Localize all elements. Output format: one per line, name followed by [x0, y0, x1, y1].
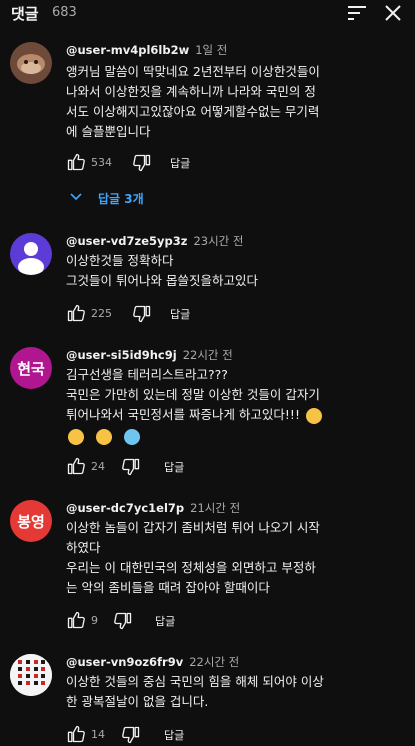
tired-face-emoji	[305, 407, 322, 424]
avatar[interactable]: 봉영	[10, 500, 52, 542]
comment-line: 한 광복절날이 없을 겁니다.	[66, 694, 209, 709]
slightly-smiling-face-emoji	[95, 428, 112, 445]
comment-line: 하였다	[66, 540, 101, 555]
comment-actions: 225 답글	[66, 303, 226, 323]
reply-button[interactable]: 답글	[170, 306, 190, 322]
comment-author[interactable]: @user-mv4pl6lb2w	[66, 43, 189, 57]
close-icon[interactable]	[384, 4, 402, 22]
thumb-up-icon[interactable]	[66, 610, 86, 630]
thumb-up-icon[interactable]	[66, 303, 86, 323]
avatar-initials: 봉영	[17, 512, 45, 531]
comment-time[interactable]: 22시간 전	[183, 348, 233, 362]
thumb-up-icon[interactable]	[66, 724, 86, 744]
comment-text: 이상한것들 정확하다 그것들이 튀어나와 몹쓸짓을하고있다	[66, 251, 406, 291]
comment-meta: @user-vd7ze5yp3z 23시간 전	[66, 233, 243, 249]
comment-text: 이상한 놈들이 갑자기 좀비처럼 튀어 나오기 시작 하였다 우리는 이 대한민…	[66, 518, 406, 598]
comments-header: 댓글 683	[0, 0, 415, 30]
confused-face-emoji	[68, 428, 84, 445]
comment-line: 이상한것들 정확하다	[66, 253, 174, 268]
comment-author[interactable]: @user-si5id9hc9j	[66, 348, 177, 362]
comment-line: 서도 이상해지고있잖아요 어떻게할수없는 무기력	[66, 104, 320, 119]
comment-line: 이상한 것들의 중심 국민의 힘을 해체 되어야 이상	[66, 674, 324, 689]
comment-meta: @user-si5id9hc9j 22시간 전	[66, 347, 233, 363]
comment-meta: @user-vn9oz6fr9v 22시간 전	[66, 654, 239, 670]
like-count: 534	[91, 156, 112, 169]
comment-time[interactable]: 1일 전	[195, 43, 227, 57]
thumb-up-icon[interactable]	[66, 152, 86, 172]
comments-title: 댓글	[11, 5, 39, 23]
like-count: 225	[91, 307, 112, 320]
default-avatar-icon	[10, 233, 52, 275]
comment-time[interactable]: 23시간 전	[193, 234, 243, 248]
comment-text: 앵커님 말씀이 딱맞네요 2년전부터 이상한것들이 나와서 이상한짓을 계속하니…	[66, 62, 406, 142]
comment-time[interactable]: 21시간 전	[190, 501, 240, 515]
thumb-down-icon[interactable]	[132, 304, 152, 324]
comment-meta: @user-dc7yc1el7p 21시간 전	[66, 500, 240, 516]
avatar[interactable]	[10, 654, 52, 696]
thumb-down-icon[interactable]	[113, 611, 133, 631]
comment-line: 튀어나와서 국민정서를 짜증나게 하고있다!!!	[66, 405, 406, 425]
comment-author[interactable]: @user-vd7ze5yp3z	[66, 234, 187, 248]
thumb-up-icon[interactable]	[66, 456, 86, 476]
comment-line: 국민은 가만히 있는데 정말 이상한 것들이 갑자기	[66, 387, 320, 402]
cold-face-emoji	[123, 428, 140, 445]
comment-time[interactable]: 22시간 전	[189, 655, 239, 669]
comment-line: 이상한 놈들이 갑자기 좀비처럼 튀어 나오기 시작	[66, 520, 320, 535]
thumb-down-icon[interactable]	[121, 725, 141, 745]
comment-actions: 534 답글	[66, 152, 226, 172]
avatar-photo	[10, 42, 52, 84]
like-count: 14	[91, 728, 105, 741]
avatar-initials: 현국	[17, 359, 45, 378]
reply-button[interactable]: 답글	[155, 613, 175, 629]
avatar[interactable]	[10, 233, 52, 275]
comment-author[interactable]: @user-vn9oz6fr9v	[66, 655, 183, 669]
reply-button[interactable]: 답글	[164, 459, 184, 475]
comment-line-text: 튀어나와서 국민정서를 짜증나게 하고있다!!!	[66, 407, 300, 422]
reply-button[interactable]: 답글	[170, 155, 190, 171]
comment-author[interactable]: @user-dc7yc1el7p	[66, 501, 184, 515]
comment-actions: 24 답글	[66, 456, 226, 476]
comment-line: 김구선생을 테러리스트라고???	[66, 367, 228, 382]
comment-line: 우리는 이 대한민국의 정체성을 외면하고 부정하	[66, 560, 316, 575]
thumb-down-icon[interactable]	[132, 153, 152, 173]
comment-line: 앵커님 말씀이 딱맞네요 2년전부터 이상한것들이	[66, 64, 320, 79]
chevron-down-icon	[70, 193, 82, 201]
comment-actions: 14 답글	[66, 724, 226, 744]
comment-line: 그것들이 튀어나와 몹쓸짓을하고있다	[66, 273, 258, 288]
comment-line: 나와서 이상한짓을 계속하니까 나라와 국민의 정	[66, 84, 316, 99]
comment-line: 는 악의 좀비들을 때려 잡아야 할때이다	[66, 580, 270, 595]
comment-text: 김구선생을 테러리스트라고??? 국민은 가만히 있는데 정말 이상한 것들이 …	[66, 365, 406, 446]
comment-meta: @user-mv4pl6lb2w 1일 전	[66, 42, 227, 58]
thumb-down-icon[interactable]	[121, 457, 141, 477]
comment-text: 이상한 것들의 중심 국민의 힘을 해체 되어야 이상 한 광복절날이 없을 겁…	[66, 672, 406, 712]
like-count: 9	[91, 614, 98, 627]
like-count: 24	[91, 460, 105, 473]
comment-actions: 9 답글	[66, 610, 226, 630]
comment-line: 에 슬플뿐입니다	[66, 124, 151, 139]
avatar[interactable]	[10, 42, 52, 84]
comment-emoji-row	[66, 425, 406, 446]
avatar[interactable]: 현국	[10, 347, 52, 389]
reply-button[interactable]: 답글	[164, 727, 184, 743]
comments-count: 683	[52, 5, 77, 20]
avatar-image	[10, 654, 52, 696]
sort-icon[interactable]	[348, 6, 366, 20]
replies-count-label: 답글 3개	[98, 192, 144, 206]
